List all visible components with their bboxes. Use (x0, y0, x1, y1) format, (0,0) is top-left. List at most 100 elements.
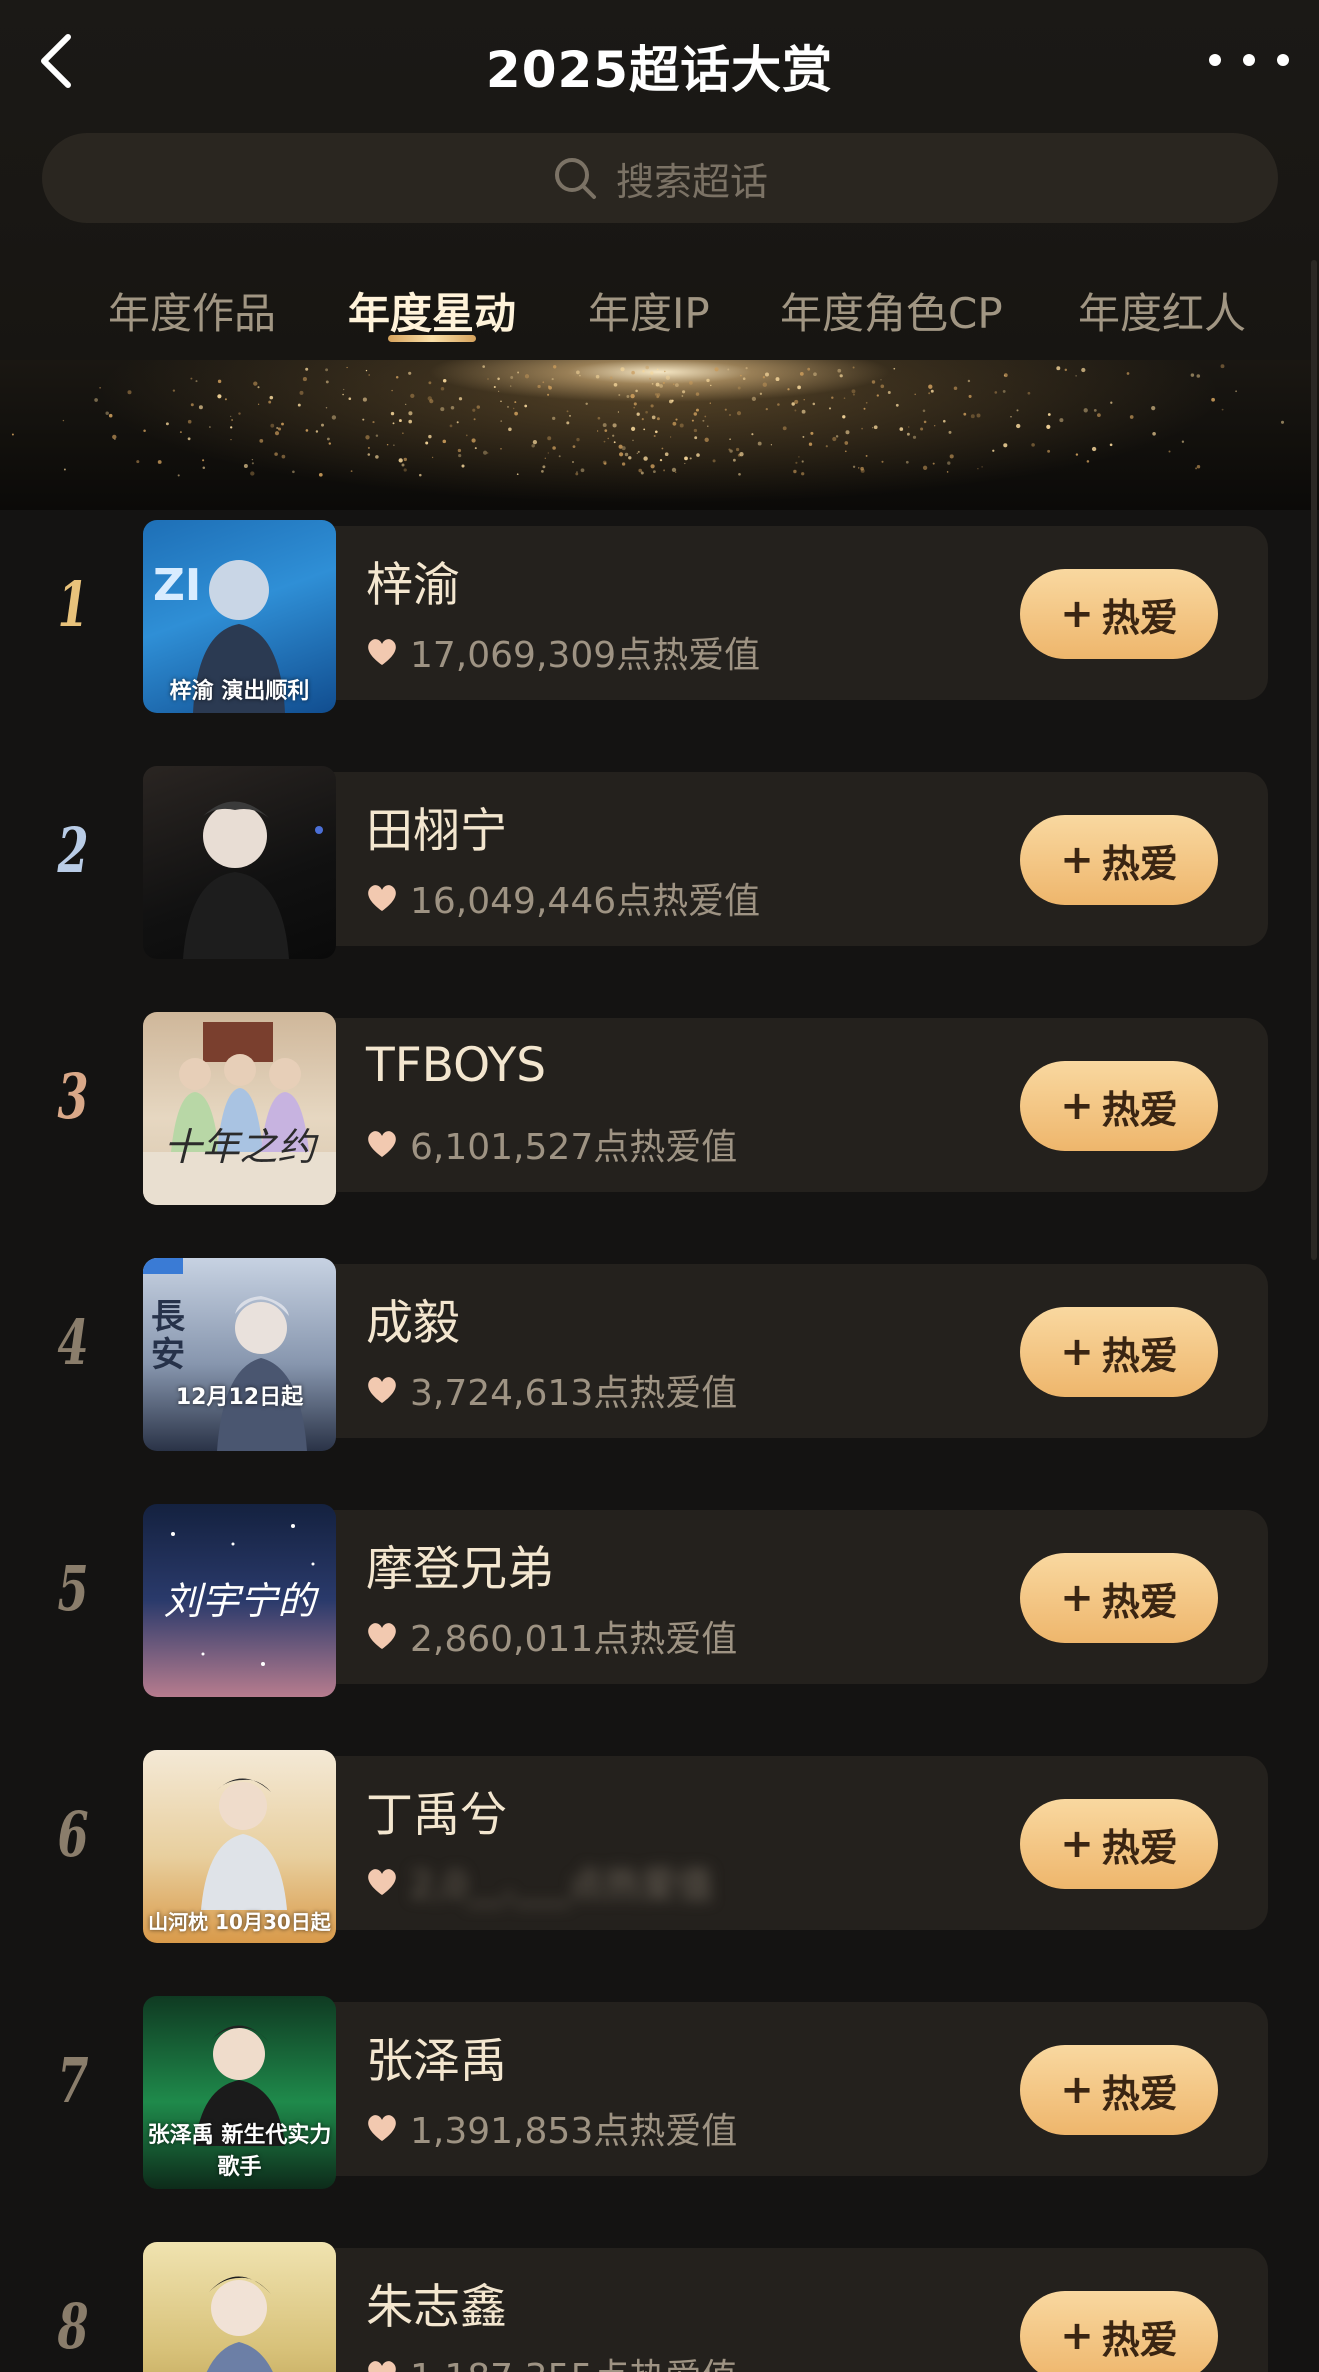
sparkle-dot (793, 469, 797, 474)
sparkle-dot (710, 384, 712, 387)
sparkle-dot (305, 429, 309, 432)
love-button[interactable]: + 热爱 (1020, 1553, 1218, 1643)
sparkle-dot (656, 368, 659, 371)
entry-name: 朱志鑫 (366, 2280, 507, 2335)
list-item[interactable]: 8 朱志鑫 1,187,355点热爱值 + 热爱 (0, 2232, 1319, 2372)
sparkle-dot (516, 473, 519, 476)
more-dot (1277, 54, 1289, 66)
tab-annual-stars[interactable]: 年度星动 (348, 280, 516, 341)
sparkle-dot (1196, 374, 1201, 378)
sparkle-dot (871, 380, 876, 384)
sparkle-dot (390, 411, 395, 416)
sparkle-dot (1031, 443, 1035, 447)
sparkle-dot (250, 471, 255, 476)
love-button[interactable]: + 热爱 (1020, 569, 1218, 659)
love-button-label: 热爱 (1101, 2071, 1178, 2116)
sparkle-dot (456, 421, 459, 424)
sparkle-dot (928, 384, 933, 389)
sparkle-dot (736, 411, 742, 416)
list-item[interactable]: 3 十年之约 TFBOYS 6,101,527点热爱值 + 热爱 (0, 1002, 1319, 1205)
sparkle-dot (425, 441, 429, 445)
sparkle-dot (663, 469, 666, 472)
sparkle-dot (865, 401, 868, 404)
sparkle-dot (727, 368, 730, 371)
sparkle-dot (759, 392, 763, 395)
heart-icon (368, 639, 396, 665)
more-button[interactable] (1209, 40, 1289, 80)
sparkle-dot (707, 425, 709, 428)
sparkle-dot (872, 427, 874, 429)
sparkle-dot (268, 400, 272, 404)
heart-icon (368, 885, 396, 911)
category-tabs: 年度作品 年度星动 年度IP 年度角色CP 年度红人 (0, 270, 1319, 350)
love-button[interactable]: + 热爱 (1020, 2045, 1218, 2135)
sparkle-dot (342, 393, 344, 396)
list-item[interactable]: 6 山河枕 10月30日起 丁禹兮 2,0__,___点热爱值 + 热爱 (0, 1740, 1319, 1943)
sparkle-dot (524, 374, 530, 379)
sparkle-dot (465, 434, 468, 437)
avatar[interactable]: 十年之约 (143, 1012, 336, 1205)
sparkle-dot (693, 412, 698, 416)
sparkle-dot (531, 444, 535, 448)
sparkle-dot (552, 446, 556, 450)
sparkle-dot (343, 388, 345, 391)
sparkle-dot (641, 418, 644, 421)
love-button[interactable]: + 热爱 (1020, 1061, 1218, 1151)
love-button[interactable]: + 热爱 (1020, 1799, 1218, 1889)
heart-icon (368, 1869, 396, 1895)
tab-annual-character-cp[interactable]: 年度角色CP (780, 280, 1003, 341)
sparkle-dot (514, 411, 518, 416)
sparkle-dot (844, 450, 847, 453)
sparkle-dot (825, 445, 828, 448)
entry-name: 摩登兄弟 (366, 1542, 554, 1597)
sparkle-dot (551, 378, 554, 381)
sparkle-dot (751, 433, 754, 436)
list-item[interactable]: 1 ZI 梓渝 演出顺利 梓渝 17,069,309点热爱值 + 热爱 (0, 510, 1319, 713)
sparkle-dot (801, 409, 806, 414)
sparkle-dot (1002, 389, 1006, 393)
sparkle-dot (315, 430, 319, 433)
sparkle-dot (419, 473, 422, 477)
love-button[interactable]: + 热爱 (1020, 2291, 1218, 2372)
rank-number: 6 (57, 1798, 89, 1871)
sparkle-dot (1190, 373, 1195, 377)
sparkle-dot (712, 459, 716, 463)
list-item[interactable]: 4 長 安 12月12日起 成毅 3,724,613点热爱值 + 热爱 (0, 1248, 1319, 1451)
sparkle-dot (704, 437, 709, 442)
love-button[interactable]: + 热爱 (1020, 815, 1218, 905)
sparkle-dot (195, 380, 198, 383)
sparkle-dot (243, 464, 248, 468)
sparkle-dot (217, 379, 222, 384)
sparkle-dot (461, 464, 465, 468)
sparkle-dot (251, 462, 254, 465)
sparkle-dot (547, 452, 549, 454)
sparkle-dot (656, 417, 660, 421)
tab-annual-works[interactable]: 年度作品 (108, 280, 276, 341)
avatar[interactable]: 刘宇宁的 (143, 1504, 336, 1697)
sparkle-dot (270, 423, 275, 428)
plus-icon: + (1060, 1821, 1094, 1867)
avatar[interactable] (143, 2242, 336, 2372)
sparkle-dot (669, 399, 673, 404)
avatar[interactable]: 長 安 12月12日起 (143, 1258, 336, 1451)
sparkle-dot (664, 452, 669, 457)
love-button[interactable]: + 热爱 (1020, 1307, 1218, 1397)
tab-annual-influencers[interactable]: 年度红人 (1078, 280, 1246, 341)
sparkle-dot (861, 427, 863, 430)
sparkle-dot (179, 431, 182, 434)
sparkle-dot (231, 419, 234, 421)
sparkle-dot (1126, 372, 1130, 375)
list-item[interactable]: 7 张泽禹 新生代实力歌手 张泽禹 1,391,853点热爱值 + 热爱 (0, 1986, 1319, 2189)
rank-number: 5 (57, 1552, 89, 1625)
avatar[interactable]: 山河枕 10月30日起 (143, 1750, 336, 1943)
avatar[interactable]: 张泽禹 新生代实力歌手 (143, 1996, 336, 2189)
sparkle-dot (165, 422, 169, 426)
sparkle-dot (405, 403, 407, 406)
tab-annual-ip[interactable]: 年度IP (588, 280, 710, 341)
list-item[interactable]: 2 田栩宁 16,049,446点热爱值 + 热爱 (0, 756, 1319, 959)
avatar[interactable]: ZI 梓渝 演出顺利 (143, 520, 336, 713)
sparkle-dot (508, 427, 512, 432)
list-item[interactable]: 5 刘宇宁的 摩登兄弟 2,860,011点热爱值 + 热爱 (0, 1494, 1319, 1697)
avatar[interactable] (143, 766, 336, 959)
search-bar[interactable]: 搜索超话 (42, 133, 1278, 223)
